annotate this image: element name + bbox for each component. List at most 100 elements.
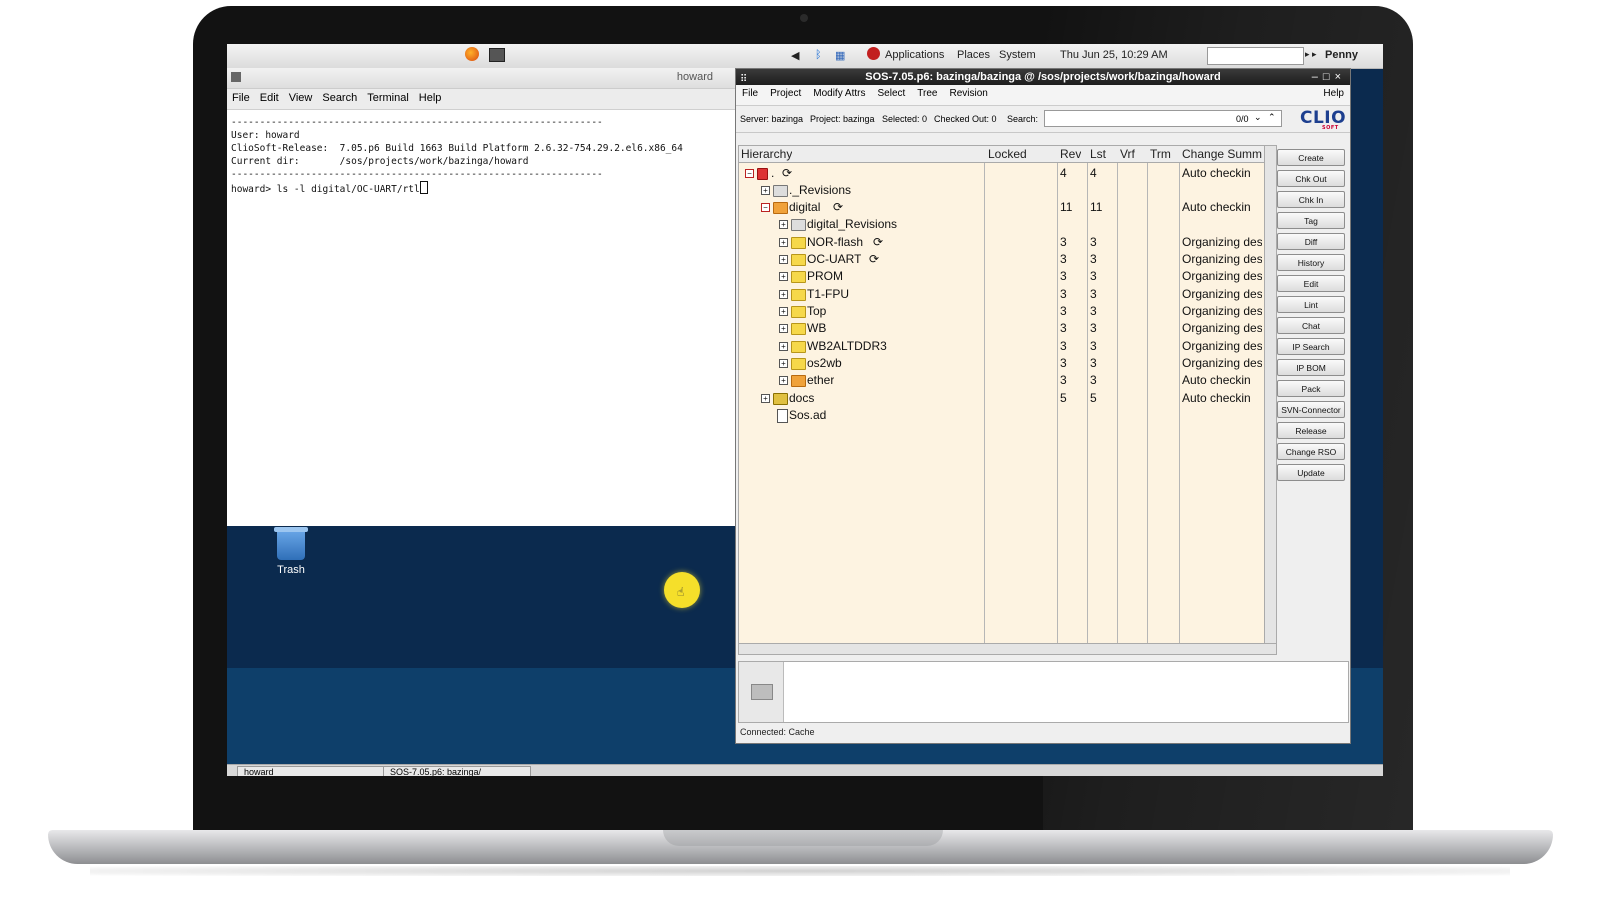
tree-row[interactable]: + PROM 3 3 Organizing design [739, 268, 1265, 285]
history-button[interactable]: History [1277, 254, 1345, 271]
places-menu[interactable]: Places [957, 49, 990, 61]
sos-titlebar[interactable]: ⠿ SOS-7.05.p6: bazinga/bazinga @ /sos/pr… [736, 69, 1350, 85]
expand-icon[interactable]: + [779, 342, 788, 351]
tree-row[interactable]: + ._Revisions [739, 182, 1265, 199]
terminal-launcher-icon[interactable] [489, 48, 505, 62]
expand-icon[interactable]: + [779, 376, 788, 385]
search-prev-icon[interactable]: ⌄ [1254, 112, 1262, 123]
sos-menu-select[interactable]: Select [872, 85, 912, 99]
trash-desktop-item[interactable]: Trash [271, 527, 311, 576]
check-out-button[interactable]: Chk Out [1277, 170, 1345, 187]
expand-icon[interactable]: + [779, 255, 788, 264]
system-menu[interactable]: System [999, 49, 1036, 61]
column-header-lst[interactable]: Lst [1090, 147, 1106, 161]
expand-icon[interactable]: + [779, 307, 788, 316]
refresh-icon[interactable]: ⟳ [873, 235, 883, 249]
terminal-window[interactable]: howard File Edit View Search Terminal Help --… [227, 68, 750, 526]
update-button[interactable]: Update [1277, 464, 1345, 481]
terminal-menu-edit[interactable]: Edit [255, 89, 284, 104]
svn-connector-button[interactable]: SVN-Connector [1277, 401, 1345, 418]
collapse-icon[interactable]: − [761, 203, 770, 212]
refresh-icon[interactable]: ⟳ [782, 166, 792, 180]
sos-menu-revision[interactable]: Revision [944, 85, 994, 99]
column-header-vrf[interactable]: Vrf [1120, 147, 1135, 161]
change-rso-button[interactable]: Change RSO [1277, 443, 1345, 460]
ip-search-button[interactable]: IP Search [1277, 338, 1345, 355]
expand-icon[interactable]: + [779, 238, 788, 247]
expand-icon[interactable]: + [779, 220, 788, 229]
column-header-rev[interactable]: Rev [1060, 147, 1081, 161]
lint-button[interactable]: Lint [1277, 296, 1345, 313]
expand-icon[interactable]: + [779, 290, 788, 299]
maximize-icon[interactable]: □ [1323, 71, 1335, 83]
column-header-hierarchy[interactable]: Hierarchy [741, 147, 792, 161]
ip-bom-button[interactable]: IP BOM [1277, 359, 1345, 376]
chat-button[interactable]: Chat [1277, 317, 1345, 334]
panel-input[interactable] [1207, 47, 1304, 65]
terminal-output[interactable]: ----------------------------------------… [227, 110, 749, 202]
tree-vertical-scrollbar[interactable] [1264, 145, 1277, 645]
diff-button[interactable]: Diff [1277, 233, 1345, 250]
column-header-change-summary[interactable]: Change Summary [1182, 147, 1262, 161]
firefox-icon[interactable] [465, 47, 479, 61]
search-next-icon[interactable]: ⌃ [1268, 112, 1276, 123]
expand-icon[interactable]: + [761, 394, 770, 403]
collapse-icon[interactable]: − [745, 169, 754, 178]
pack-button[interactable]: Pack [1277, 380, 1345, 397]
expand-icon[interactable]: + [779, 272, 788, 281]
volume-icon[interactable]: ◀ [791, 49, 799, 62]
tree-row[interactable]: + WB2ALTDDR3 3 3 Organizing design [739, 338, 1265, 355]
terminal-menu-search[interactable]: Search [317, 89, 362, 104]
expand-icon[interactable]: + [761, 186, 770, 195]
hierarchy-tree[interactable]: Hierarchy Locked Rev Lst Vrf Trm Change … [738, 145, 1266, 645]
refresh-icon[interactable]: ⟳ [833, 200, 843, 214]
sos-menu-tree[interactable]: Tree [911, 85, 943, 99]
tree-horizontal-scrollbar[interactable] [738, 643, 1277, 655]
column-header-trm[interactable]: Trm [1150, 147, 1171, 161]
terminal-window-icon[interactable] [231, 72, 241, 82]
sos-menu-file[interactable]: File [736, 85, 764, 99]
taskbar-item-terminal[interactable]: howard [237, 766, 385, 776]
column-header-locked[interactable]: Locked [988, 147, 1027, 161]
panel-arrows-icon[interactable]: ▸ ▸ [1305, 49, 1317, 60]
tree-row[interactable]: + OC-UART ⟳ 3 3 Organizing design [739, 251, 1265, 268]
bluetooth-icon[interactable]: ᛒ [815, 49, 822, 61]
tree-row[interactable]: − digital ⟳ 11 11 Auto checkin [739, 199, 1265, 216]
tag-button[interactable]: Tag [1277, 212, 1345, 229]
user-name[interactable]: Penny [1325, 49, 1358, 61]
taskbar-item-sos[interactable]: SOS-7.05.p6: bazinga/ [383, 766, 531, 776]
refresh-icon[interactable]: ⟳ [869, 252, 879, 266]
tree-row[interactable]: + WB 3 3 Organizing design [739, 320, 1265, 337]
tree-row[interactable]: + Top 3 3 Organizing design [739, 303, 1265, 320]
sos-menu-project[interactable]: Project [764, 85, 807, 99]
applications-menu[interactable]: Applications [885, 49, 944, 61]
log-panel[interactable] [738, 661, 1349, 723]
tree-row[interactable]: Sos.ad [739, 407, 1265, 424]
tree-row[interactable]: + digital_Revisions [739, 216, 1265, 233]
expand-icon[interactable]: + [779, 324, 788, 333]
check-in-button[interactable]: Chk In [1277, 191, 1345, 208]
terminal-menu-help[interactable]: Help [414, 89, 447, 104]
sos-menu-modify-attrs[interactable]: Modify Attrs [807, 85, 871, 99]
tree-row[interactable]: + T1-FPU 3 3 Organizing design [739, 286, 1265, 303]
tree-row[interactable]: + ether 3 3 Auto checkin [739, 372, 1265, 389]
network-icon[interactable]: ▦ [835, 49, 845, 62]
release-button[interactable]: Release [1277, 422, 1345, 439]
close-icon[interactable]: × [1335, 71, 1346, 83]
edit-button[interactable]: Edit [1277, 275, 1345, 292]
clock[interactable]: Thu Jun 25, 10:29 AM [1060, 49, 1168, 61]
sos-window[interactable]: ⠿ SOS-7.05.p6: bazinga/bazinga @ /sos/pr… [735, 68, 1351, 744]
terminal-titlebar[interactable]: howard [227, 68, 749, 89]
tree-row[interactable]: + docs 5 5 Auto checkin [739, 390, 1265, 407]
create-button[interactable]: Create [1277, 149, 1345, 166]
sos-menu-help[interactable]: Help [1323, 88, 1344, 99]
terminal-prompt-line[interactable]: howard> ls -l digital/OC-UART/rtl [231, 181, 745, 196]
tree-row[interactable]: + NOR-flash ⟳ 3 3 Organizing design [739, 234, 1265, 251]
tree-row-root[interactable]: − . ⟳ 4 4 Auto checkin [739, 165, 1265, 182]
expand-icon[interactable]: + [779, 359, 788, 368]
tree-row[interactable]: + os2wb 3 3 Organizing design [739, 355, 1265, 372]
terminal-menu-view[interactable]: View [284, 89, 318, 104]
terminal-menu-terminal[interactable]: Terminal [362, 89, 414, 104]
terminal-menu-file[interactable]: File [227, 89, 255, 104]
minimize-icon[interactable]: – [1312, 71, 1323, 83]
